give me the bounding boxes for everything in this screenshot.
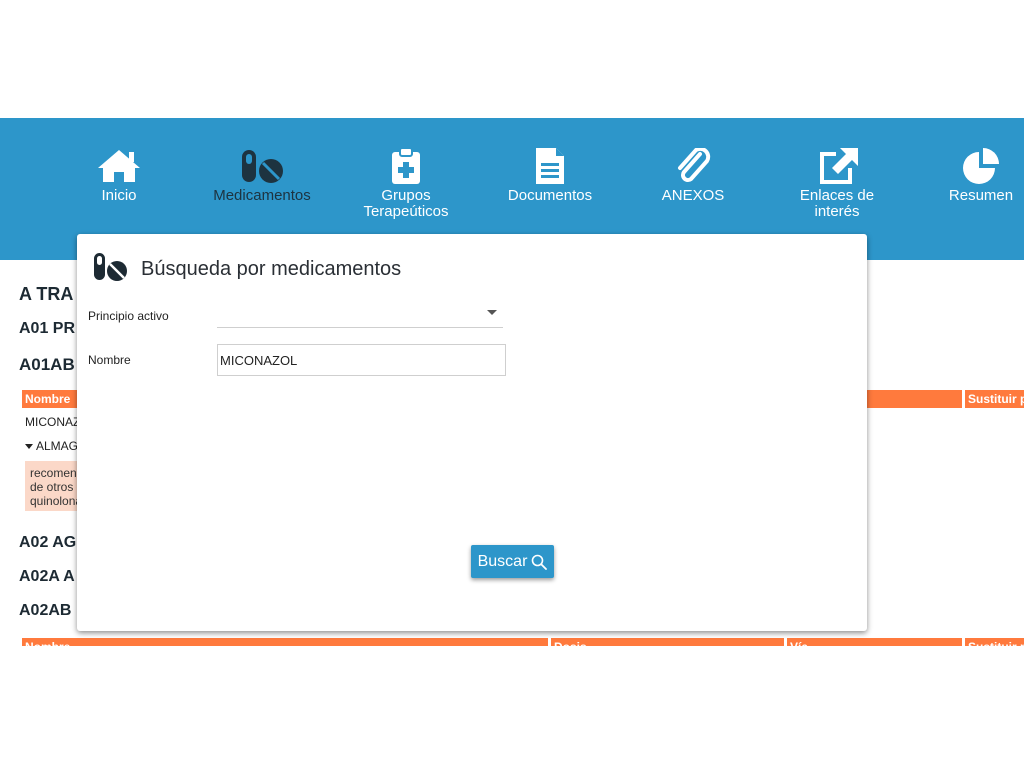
clipboard-plus-icon xyxy=(392,148,420,184)
external-link-icon xyxy=(820,148,858,184)
nav-medicamentos[interactable]: Medicamentos xyxy=(202,148,322,204)
document-icon xyxy=(536,148,564,184)
table-row-almacen-label: ALMAG xyxy=(36,439,79,453)
heading-group-a01ab: A01AB xyxy=(19,355,75,374)
table1-header-nombre: Nombre xyxy=(25,392,71,406)
pie-chart-icon xyxy=(963,148,999,184)
table1-header-sustituir: Sustituir p xyxy=(965,390,1024,408)
pills-icon xyxy=(242,150,283,183)
table-row-miconazol[interactable]: MICONAZ xyxy=(25,415,80,429)
heading-group-a02: A02 AG xyxy=(19,534,77,551)
nav-medicamentos-label: Medicamentos xyxy=(213,187,311,204)
nav-documentos[interactable]: Documentos xyxy=(490,148,610,204)
nav-grupos-label: Grupos Terapeúticos xyxy=(363,187,449,220)
heading-group-a02ab: A02AB xyxy=(19,602,72,619)
principio-activo-label: Principio activo xyxy=(88,309,169,323)
nav-anexos[interactable]: ANEXOS xyxy=(633,148,753,204)
nav-enlaces[interactable]: Enlaces de interés xyxy=(777,148,897,220)
table2-header-nombre: Nombre xyxy=(22,638,548,646)
nav-inicio-label: Inicio xyxy=(101,187,137,204)
search-icon xyxy=(532,554,548,570)
buscar-button[interactable]: Buscar xyxy=(471,545,554,578)
caret-down-icon xyxy=(25,444,33,450)
paperclip-icon xyxy=(678,148,711,182)
nombre-label: Nombre xyxy=(88,353,131,367)
pills-icon xyxy=(94,253,127,281)
search-modal: Búsqueda por medicamentos Principio acti… xyxy=(77,234,867,631)
nav-documentos-label: Documentos xyxy=(507,187,593,204)
heading-group-a: A TRA xyxy=(19,284,74,304)
nav-resumen[interactable]: Resumen xyxy=(921,148,1024,204)
nav-enlaces-label: Enlaces de interés xyxy=(799,187,875,220)
buscar-button-label: Buscar xyxy=(477,552,528,570)
caret-down-icon xyxy=(487,310,497,315)
nombre-input[interactable] xyxy=(217,344,506,376)
nav-grupos-terapeuticos[interactable]: Grupos Terapeúticos xyxy=(346,148,466,220)
table2-header-sustituir: Sustituir p xyxy=(965,638,1024,646)
nav-anexos-label: ANEXOS xyxy=(661,187,725,204)
table2-header-via: Vía xyxy=(787,638,962,646)
home-icon xyxy=(98,150,140,182)
table2-header-dosis: Dosis xyxy=(551,638,784,646)
modal-title: Búsqueda por medicamentos xyxy=(141,258,402,280)
heading-group-a02a: A02A A xyxy=(19,568,75,585)
nav-inicio[interactable]: Inicio xyxy=(59,148,179,204)
nav-resumen-label: Resumen xyxy=(948,187,1014,204)
principio-activo-select[interactable] xyxy=(217,300,503,328)
heading-group-a01: A01 PR xyxy=(19,320,76,337)
table-row-almacen[interactable]: ALMAG xyxy=(25,439,78,453)
